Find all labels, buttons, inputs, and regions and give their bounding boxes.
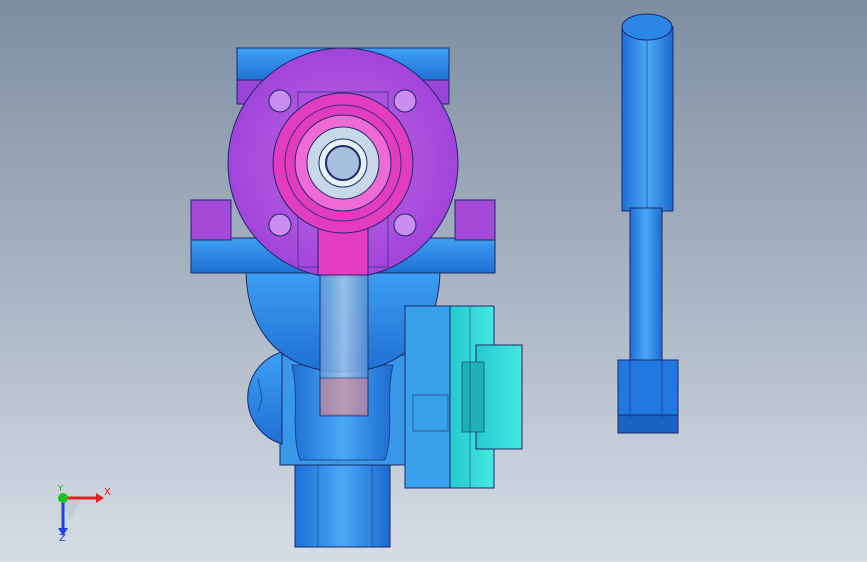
bolt-hole: [393, 89, 417, 113]
graphics-viewport[interactable]: X Y Z: [0, 0, 867, 562]
x-axis-label: X: [104, 487, 111, 498]
handle-hub: [617, 359, 679, 416]
bolt-hole: [268, 213, 292, 237]
left-plug: [247, 351, 283, 445]
valve-body[interactable]: [190, 47, 523, 548]
flange-wing-left: [190, 199, 232, 241]
bolt-hole: [268, 89, 292, 113]
valve-model-view[interactable]: [0, 0, 867, 562]
y-axis-dot: [58, 493, 68, 503]
bolt-hole: [393, 213, 417, 237]
z-axis-label: Z: [59, 533, 66, 544]
outlet-pipe: [294, 454, 391, 548]
valve-handle[interactable]: [617, 13, 679, 434]
flange-wing-right: [454, 199, 496, 241]
axis-triad: [58, 493, 104, 536]
y-axis-label: Y: [58, 484, 63, 493]
